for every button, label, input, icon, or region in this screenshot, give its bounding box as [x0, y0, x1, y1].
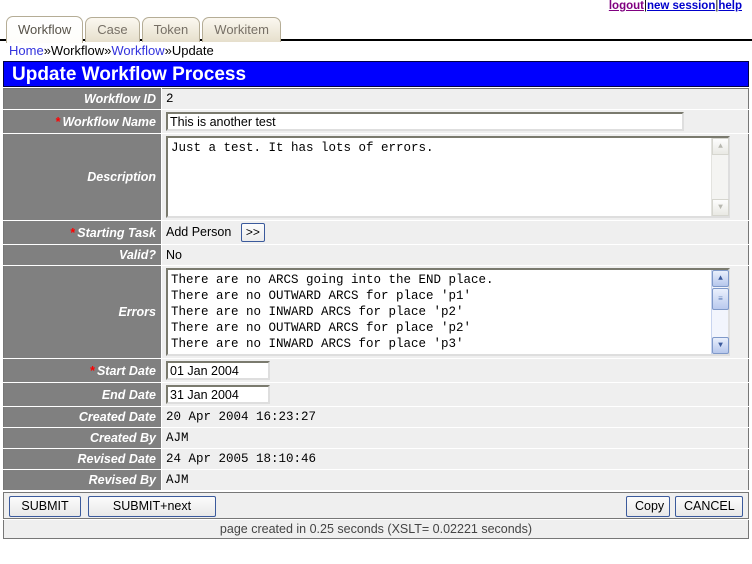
label-start-date: * Start Date	[3, 358, 162, 383]
starting-task-value: Add Person	[166, 224, 232, 239]
row-valid: Valid? No	[3, 244, 749, 266]
breadcrumb-sep-1: »	[43, 43, 51, 58]
label-start-date-text: Start Date	[96, 363, 156, 378]
scroll-up-icon[interactable]: ▲	[712, 270, 729, 287]
submit-button[interactable]: SUBMIT	[9, 496, 81, 517]
row-revised-by: Revised By AJM	[3, 469, 749, 491]
errors-text[interactable]: There are no ARCS going into the END pla…	[168, 270, 711, 354]
label-end-date-text: End Date	[101, 387, 156, 402]
label-valid-text: Valid?	[118, 248, 156, 262]
row-workflow-name: * Workflow Name	[3, 109, 749, 134]
help-link[interactable]: help	[718, 0, 742, 12]
value-end-date	[161, 382, 749, 407]
row-start-date: * Start Date	[3, 358, 749, 383]
value-errors: There are no ARCS going into the END pla…	[161, 265, 749, 359]
page-title: Update Workflow Process	[3, 61, 749, 87]
required-asterisk-start-date: *	[90, 363, 95, 378]
scroll-down-icon[interactable]: ▼	[712, 199, 729, 216]
breadcrumb: Home»Workflow»Workflow»Update	[0, 41, 752, 61]
label-errors-text: Errors	[118, 305, 156, 319]
breadcrumb-update: Update	[171, 43, 214, 58]
label-revised-by: Revised By	[3, 469, 162, 491]
scroll-down-icon[interactable]: ▼	[712, 337, 729, 354]
value-revised-date: 24 Apr 2005 18:10:46	[161, 448, 749, 470]
label-valid: Valid?	[3, 244, 162, 266]
value-revised-by: AJM	[161, 469, 749, 491]
row-description: Description Just a test. It has lots of …	[3, 133, 749, 221]
errors-textarea[interactable]: There are no ARCS going into the END pla…	[166, 268, 730, 356]
row-created-date: Created Date 20 Apr 2004 16:23:27	[3, 406, 749, 428]
label-workflow-id-text: Workflow ID	[84, 92, 156, 106]
row-workflow-id: Workflow ID 2	[3, 88, 749, 110]
label-created-date-text: Created Date	[78, 410, 156, 424]
row-errors: Errors There are no ARCS going into the …	[3, 265, 749, 359]
label-starting-task-text: Starting Task	[77, 225, 156, 240]
scroll-up-icon[interactable]: ▲	[712, 138, 729, 155]
label-description: Description	[3, 133, 162, 221]
value-valid: No	[161, 244, 749, 266]
value-created-by: AJM	[161, 427, 749, 449]
logout-link[interactable]: logout	[609, 0, 644, 12]
value-created-date: 20 Apr 2004 16:23:27	[161, 406, 749, 428]
label-workflow-name-text: Workflow Name	[62, 114, 156, 129]
tab-workflow[interactable]: Workflow	[6, 16, 84, 43]
page-title-wrap: Update Workflow Process	[0, 61, 752, 87]
tab-case[interactable]: Case	[85, 17, 140, 42]
start-date-input[interactable]	[166, 361, 270, 380]
copy-button[interactable]: Copy	[626, 496, 670, 517]
row-created-by: Created By AJM	[3, 427, 749, 449]
label-starting-task: * Starting Task	[3, 220, 162, 245]
value-description: Just a test. It has lots of errors. ▲ ▼	[161, 133, 749, 221]
description-textarea[interactable]: Just a test. It has lots of errors. ▲ ▼	[166, 136, 730, 218]
value-workflow-name	[161, 109, 749, 134]
description-scrollbar[interactable]: ▲ ▼	[711, 138, 729, 216]
label-workflow-name: * Workflow Name	[3, 109, 162, 134]
cancel-button[interactable]: CANCEL	[675, 496, 743, 517]
footer-status: page created in 0.25 seconds (XSLT= 0.02…	[3, 520, 749, 539]
label-errors: Errors	[3, 265, 162, 359]
workflow-form-table: Workflow ID 2 *Workflow Name Description…	[3, 88, 749, 491]
errors-scrollbar[interactable]: ▲ ≡ ▼	[711, 270, 729, 354]
tab-workitem[interactable]: Workitem	[202, 17, 281, 42]
breadcrumb-sep-3: »	[164, 43, 172, 58]
scrollbar-thumb[interactable]: ≡	[712, 288, 729, 310]
top-links-bar: logout|new session|help	[0, 0, 752, 14]
label-created-date: Created Date	[3, 406, 162, 428]
new-session-link[interactable]: new session	[647, 0, 715, 12]
row-revised-date: Revised Date 24 Apr 2005 18:10:46	[3, 448, 749, 470]
button-bar: SUBMIT SUBMIT+next Copy CANCEL	[3, 492, 749, 519]
label-description-text: Description	[87, 170, 156, 184]
row-end-date: End Date	[3, 382, 749, 407]
label-revised-by-text: Revised By	[88, 473, 156, 487]
workflow-name-input[interactable]	[166, 112, 684, 131]
starting-task-picker-button[interactable]: >>	[240, 223, 265, 242]
breadcrumb-home[interactable]: Home	[9, 43, 44, 58]
row-starting-task: * Starting Task Add Person >>	[3, 220, 749, 245]
label-workflow-id: Workflow ID	[3, 88, 162, 110]
end-date-input[interactable]	[166, 385, 270, 404]
breadcrumb-workflow-link[interactable]: Workflow	[111, 43, 164, 58]
tab-token[interactable]: Token	[141, 17, 201, 42]
label-end-date: End Date	[3, 382, 162, 407]
value-starting-task: Add Person >>	[161, 220, 749, 245]
value-workflow-id: 2	[161, 88, 749, 110]
page-root: logout|new session|help Workflow Case Toke…	[0, 0, 752, 564]
description-text[interactable]: Just a test. It has lots of errors.	[168, 138, 711, 216]
value-start-date	[161, 358, 749, 383]
label-revised-date: Revised Date	[3, 448, 162, 470]
breadcrumb-workflow: Workflow	[50, 43, 105, 58]
label-created-by: Created By	[3, 427, 162, 449]
submit-next-button[interactable]: SUBMIT+next	[88, 496, 216, 517]
label-created-by-text: Created By	[90, 431, 156, 445]
tab-bar: Workflow Case Token Workitem	[0, 14, 752, 43]
label-revised-date-text: Revised Date	[77, 452, 156, 466]
